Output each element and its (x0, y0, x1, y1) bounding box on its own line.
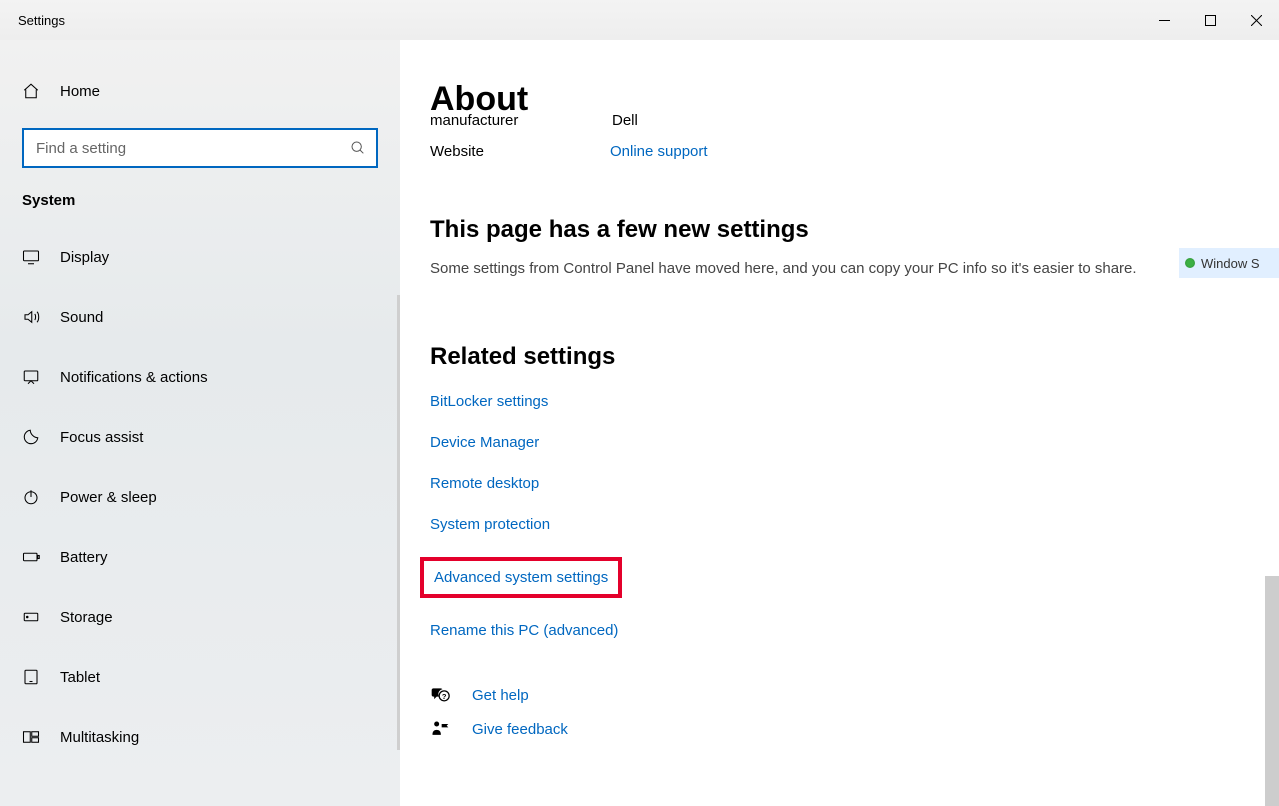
search-icon (350, 140, 366, 156)
sidebar-item-battery[interactable]: Battery (0, 527, 400, 587)
home-icon (22, 82, 40, 100)
sidebar-item-sound[interactable]: Sound (0, 287, 400, 347)
highlighted-annotation: Advanced system settings (420, 557, 622, 598)
sidebar-item-label: Storage (60, 609, 113, 626)
website-row: Website Online support (430, 143, 1279, 160)
manufacturer-label: manufacturer (430, 112, 540, 129)
sidebar-item-display[interactable]: Display (0, 227, 400, 287)
rename-pc-link[interactable]: Rename this PC (advanced) (430, 622, 618, 639)
sidebar-item-label: Notifications & actions (60, 369, 208, 386)
sidebar-item-power-sleep[interactable]: Power & sleep (0, 467, 400, 527)
sidebar: Home System Display (0, 40, 400, 806)
battery-icon (22, 547, 40, 567)
sidebar-item-label: Sound (60, 309, 103, 326)
website-label: Website (430, 143, 540, 160)
sidebar-item-label: Power & sleep (60, 489, 157, 506)
sidebar-item-notifications[interactable]: Notifications & actions (0, 347, 400, 407)
maximize-button[interactable] (1187, 4, 1233, 36)
focus-assist-icon (22, 427, 40, 447)
sidebar-item-tablet[interactable]: Tablet (0, 647, 400, 707)
sidebar-item-label: Battery (60, 549, 108, 566)
sidebar-item-storage[interactable]: Storage (0, 587, 400, 647)
nav-list: Display Sound Notifications & actions (0, 227, 400, 767)
multitasking-icon (22, 727, 40, 747)
new-settings-heading: This page has a few new settings (430, 216, 1279, 244)
sidebar-item-multitasking[interactable]: Multitasking (0, 707, 400, 767)
give-feedback-link[interactable]: Give feedback (472, 721, 568, 738)
storage-icon (22, 607, 40, 627)
close-button[interactable] (1233, 4, 1279, 36)
window-title: Settings (0, 13, 65, 28)
advanced-system-settings-link[interactable]: Advanced system settings (434, 569, 608, 586)
titlebar: Settings (0, 0, 1279, 40)
display-icon (22, 247, 40, 267)
status-dot-icon (1185, 258, 1195, 268)
home-nav[interactable]: Home (0, 72, 400, 110)
power-icon (22, 487, 40, 507)
sidebar-item-label: Tablet (60, 669, 100, 686)
search-input[interactable] (22, 128, 378, 168)
search-wrap (22, 128, 378, 168)
help-icon: ? (430, 685, 450, 705)
notifications-icon (22, 367, 40, 387)
manufacturer-row: manufacturer Dell (430, 111, 1279, 129)
security-peek[interactable]: Window S (1179, 248, 1279, 278)
give-feedback-row[interactable]: Give feedback (430, 719, 1279, 739)
sidebar-item-label: Focus assist (60, 429, 143, 446)
security-peek-label: Window S (1201, 256, 1260, 271)
system-protection-link[interactable]: System protection (430, 516, 550, 533)
related-settings-heading: Related settings (430, 343, 1279, 371)
tablet-icon (22, 667, 40, 687)
get-help-row[interactable]: ? Get help (430, 685, 1279, 705)
online-support-link[interactable]: Online support (610, 143, 708, 160)
new-settings-subtext: Some settings from Control Panel have mo… (430, 260, 1279, 277)
sound-icon (22, 307, 40, 327)
svg-text:?: ? (442, 692, 447, 701)
category-label: System (0, 192, 400, 227)
sidebar-item-label: Multitasking (60, 729, 139, 746)
sidebar-item-focus-assist[interactable]: Focus assist (0, 407, 400, 467)
bitlocker-link[interactable]: BitLocker settings (430, 393, 548, 410)
manufacturer-value: Dell (612, 112, 638, 129)
minimize-button[interactable] (1141, 4, 1187, 36)
main-content: About manufacturer Dell Website Online s… (400, 40, 1279, 806)
sidebar-item-label: Display (60, 249, 109, 266)
home-label: Home (60, 83, 100, 100)
remote-desktop-link[interactable]: Remote desktop (430, 475, 539, 492)
get-help-link[interactable]: Get help (472, 687, 529, 704)
scrollbar-thumb[interactable] (1265, 576, 1279, 806)
feedback-icon (430, 719, 450, 739)
device-manager-link[interactable]: Device Manager (430, 434, 539, 451)
